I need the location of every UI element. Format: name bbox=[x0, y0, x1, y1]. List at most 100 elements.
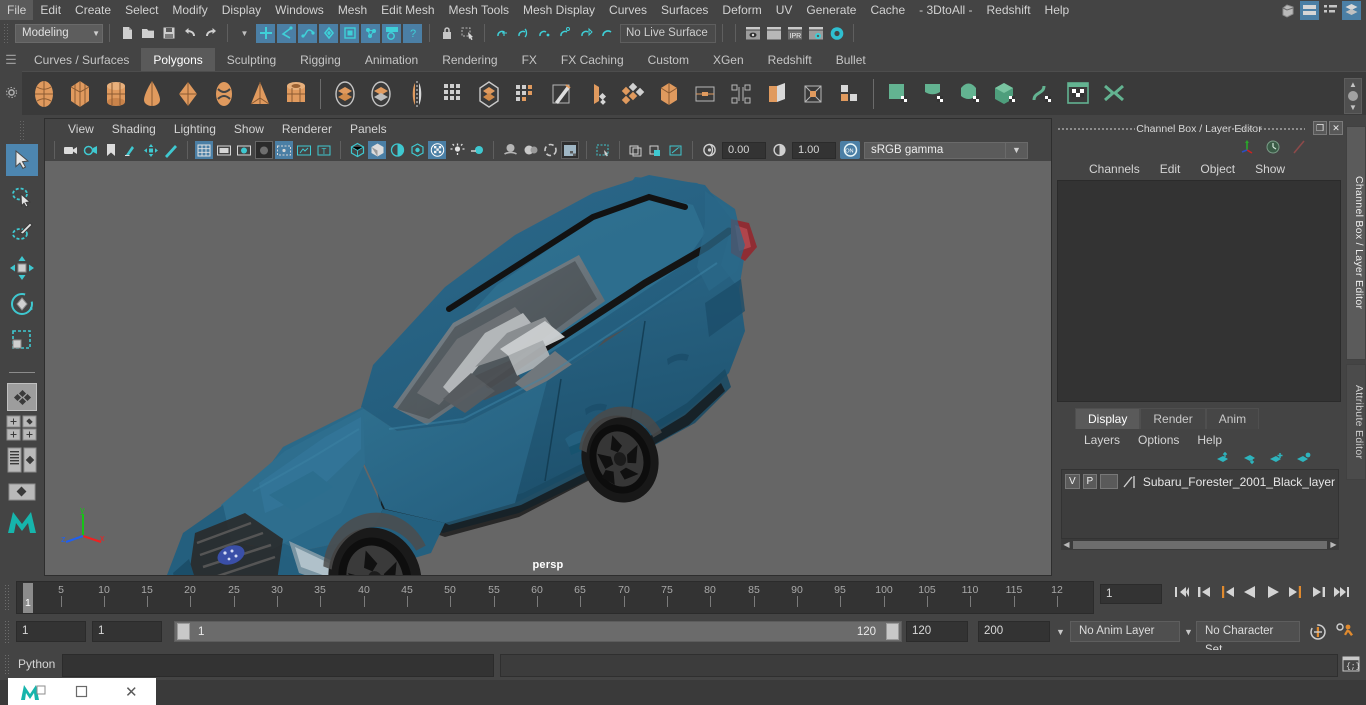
tab-anim-layers[interactable]: Anim bbox=[1206, 408, 1259, 429]
shelf-tab-animation[interactable]: Animation bbox=[353, 48, 430, 71]
layer-options-menu[interactable]: Options bbox=[1129, 433, 1188, 447]
viewport-menu-shading[interactable]: Shading bbox=[103, 122, 165, 136]
snap-to-point-icon[interactable] bbox=[534, 24, 553, 43]
shelf-tab-redshift[interactable]: Redshift bbox=[756, 48, 824, 71]
surface-revolve-icon[interactable] bbox=[916, 75, 952, 113]
select-by-component-type-icon[interactable] bbox=[298, 24, 317, 43]
poly-offset-edge-loop-icon[interactable] bbox=[687, 75, 723, 113]
viewport-menu-show[interactable]: Show bbox=[225, 122, 273, 136]
poly-sculpt-icon[interactable] bbox=[795, 75, 831, 113]
multisample-icon[interactable] bbox=[501, 141, 519, 159]
timeslider-grip[interactable] bbox=[4, 584, 10, 612]
show-hide-tool-settings-icon[interactable] bbox=[1321, 1, 1340, 20]
layer-visibility-toggle[interactable]: V bbox=[1065, 474, 1080, 489]
shelf-menu-icon[interactable]: ☰ bbox=[5, 57, 17, 63]
screen-space-ao-icon[interactable] bbox=[448, 141, 466, 159]
layer-name-label[interactable]: Subaru_Forester_2001_Black_layer bbox=[1143, 475, 1335, 489]
range-end-handle[interactable] bbox=[886, 623, 899, 640]
shelf-tab-xgen[interactable]: XGen bbox=[701, 48, 756, 71]
menu-mesh-display[interactable]: Mesh Display bbox=[516, 0, 602, 20]
menu-surfaces[interactable]: Surfaces bbox=[654, 0, 715, 20]
use-all-lights-icon[interactable] bbox=[408, 141, 426, 159]
close-icon[interactable]: ✕ bbox=[1329, 121, 1343, 135]
statusbar-grip[interactable] bbox=[3, 23, 10, 43]
poly-cone-icon[interactable] bbox=[134, 75, 170, 113]
animation-preferences-icon[interactable] bbox=[1334, 621, 1356, 646]
texture-transform-icon[interactable] bbox=[667, 141, 685, 159]
image-plane-icon[interactable] bbox=[122, 141, 140, 159]
open-scene-icon[interactable] bbox=[138, 24, 157, 43]
time-slider-track[interactable]: 5 10 15 20 25 30 35 40 45 50 55 60 65 70… bbox=[16, 581, 1094, 614]
new-layer-from-selected-icon[interactable] bbox=[1296, 452, 1311, 468]
playback-start-time-field[interactable]: 1 bbox=[92, 621, 162, 642]
make-live-icon[interactable] bbox=[597, 24, 616, 43]
show-menu[interactable]: Show bbox=[1245, 162, 1295, 176]
poly-insert-edge-loop-icon[interactable] bbox=[651, 75, 687, 113]
layer-color-swatch-icon[interactable] bbox=[1121, 474, 1137, 489]
character-set-selector[interactable]: No Character Set bbox=[1196, 621, 1300, 642]
menu-curves[interactable]: Curves bbox=[602, 0, 654, 20]
menu-select[interactable]: Select bbox=[118, 0, 165, 20]
viewport-menu-renderer[interactable]: Renderer bbox=[273, 122, 341, 136]
2d-pan-zoom-icon[interactable] bbox=[142, 141, 160, 159]
channel-box-content[interactable] bbox=[1057, 180, 1341, 402]
xray-active-components-alt-icon[interactable] bbox=[647, 141, 665, 159]
gamma-icon[interactable] bbox=[770, 141, 788, 159]
anim-layer-selector[interactable]: No Anim Layer bbox=[1070, 621, 1180, 642]
smooth-shade-all-icon[interactable] bbox=[368, 141, 386, 159]
snap-to-curve-icon[interactable] bbox=[513, 24, 532, 43]
two-pane-layout-icon[interactable] bbox=[6, 415, 38, 441]
poly-smooth-icon[interactable] bbox=[471, 75, 507, 113]
shelf-tab-bullet[interactable]: Bullet bbox=[824, 48, 878, 71]
gate-mask-icon[interactable] bbox=[255, 141, 273, 159]
poly-quad-draw-icon[interactable] bbox=[615, 75, 651, 113]
outliner-persp-layout-icon[interactable] bbox=[6, 445, 38, 475]
color-management-toggle-icon[interactable]: ON bbox=[840, 141, 860, 159]
poly-uv-layout-icon[interactable] bbox=[831, 75, 867, 113]
snap-to-grid-icon[interactable] bbox=[492, 24, 511, 43]
color-management-selector[interactable]: sRGB gamma bbox=[864, 142, 1006, 159]
layer-list-hscrollbar[interactable]: ◀ ▶ bbox=[1061, 539, 1339, 550]
menu-help[interactable]: Help bbox=[1038, 0, 1077, 20]
viewport-menu-lighting[interactable]: Lighting bbox=[165, 122, 225, 136]
scrollbar-thumb[interactable] bbox=[1348, 91, 1358, 101]
menu-edit[interactable]: Edit bbox=[33, 0, 68, 20]
layers-menu[interactable]: Layers bbox=[1075, 433, 1129, 447]
poly-torus-icon[interactable] bbox=[206, 75, 242, 113]
shelf-tab-fx[interactable]: FX bbox=[510, 48, 549, 71]
select-tool[interactable] bbox=[6, 144, 38, 176]
menu-redshift[interactable]: Redshift bbox=[980, 0, 1038, 20]
shelf-tab-fx-caching[interactable]: FX Caching bbox=[549, 48, 636, 71]
xray-joints-icon[interactable] bbox=[594, 141, 612, 159]
step-back-frame-icon[interactable] bbox=[1195, 584, 1213, 603]
menu-cache[interactable]: Cache bbox=[863, 0, 912, 20]
channels-menu[interactable]: Channels bbox=[1079, 162, 1150, 176]
move-layer-down-icon[interactable] bbox=[1242, 452, 1257, 468]
scroll-right-icon[interactable]: ▶ bbox=[1328, 540, 1339, 549]
window-taskbar-preview[interactable]: ✕ bbox=[8, 678, 156, 705]
shelf-tab-polygons[interactable]: Polygons bbox=[141, 48, 214, 71]
show-hide-modeling-toolkit-icon[interactable] bbox=[1279, 1, 1298, 20]
poly-extract-icon[interactable] bbox=[507, 75, 543, 113]
menu-windows[interactable]: Windows bbox=[268, 0, 331, 20]
hypershade-icon[interactable] bbox=[827, 24, 846, 43]
panel-vertical-scroll[interactable]: ▲ ▼ bbox=[1344, 78, 1362, 114]
poly-booleans-difference-icon[interactable] bbox=[363, 75, 399, 113]
play-forwards-icon[interactable] bbox=[1264, 584, 1282, 603]
shelf-options-gear-icon[interactable] bbox=[5, 86, 18, 102]
show-hide-attribute-editor-icon[interactable] bbox=[1300, 1, 1319, 20]
motion-blur-icon[interactable] bbox=[468, 141, 486, 159]
select-by-hierarchy-icon[interactable] bbox=[256, 24, 275, 43]
chevron-down-icon[interactable]: ▼ bbox=[1184, 627, 1193, 637]
live-surface-field[interactable]: No Live Surface bbox=[620, 24, 716, 43]
close-window-icon[interactable]: ✕ bbox=[107, 678, 156, 705]
go-to-end-icon[interactable] bbox=[1333, 584, 1351, 603]
paint-select-tool[interactable] bbox=[6, 216, 38, 248]
menu-mesh[interactable]: Mesh bbox=[331, 0, 374, 20]
scroll-down-icon[interactable]: ▼ bbox=[1349, 103, 1357, 112]
shelf-tab-rigging[interactable]: Rigging bbox=[288, 48, 353, 71]
poly-append-icon[interactable] bbox=[759, 75, 795, 113]
surface-plane-icon[interactable] bbox=[880, 75, 916, 113]
range-start-handle[interactable] bbox=[177, 623, 190, 640]
scale-tool[interactable] bbox=[6, 324, 38, 356]
